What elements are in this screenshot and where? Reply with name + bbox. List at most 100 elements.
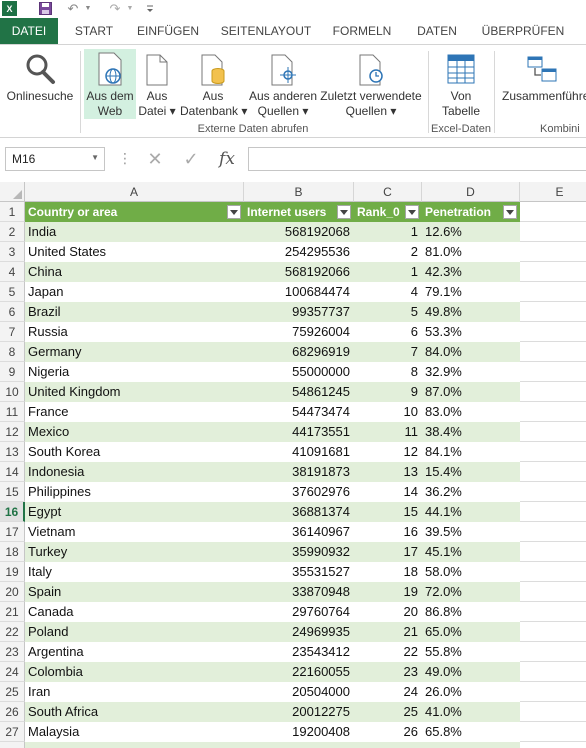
row-header[interactable]: 4 — [0, 262, 25, 282]
row-header[interactable]: 16 — [0, 502, 25, 522]
cell-rank[interactable]: 6 — [354, 322, 422, 342]
cancel-icon[interactable]: ✕ — [144, 148, 166, 170]
empty-cell[interactable] — [520, 382, 586, 402]
table-header-cell[interactable]: Penetration — [422, 202, 520, 222]
from-file-button[interactable]: Aus Datei ▾ — [136, 49, 178, 119]
formula-input[interactable] — [248, 147, 586, 171]
cell-penetration[interactable]: 87.0% — [422, 382, 520, 402]
empty-cell[interactable] — [520, 722, 586, 742]
table-header-cell[interactable]: Internet users — [244, 202, 354, 222]
empty-cell[interactable] — [520, 222, 586, 242]
cell-penetration[interactable]: 38.4% — [422, 422, 520, 442]
save-icon[interactable] — [38, 1, 52, 16]
redo-dropdown-icon[interactable]: ▼ — [126, 1, 134, 16]
cell-internet-users[interactable]: 19200408 — [244, 722, 354, 742]
cell-penetration[interactable]: 65.8% — [422, 722, 520, 742]
cell-rank[interactable]: 18 — [354, 562, 422, 582]
undo-dropdown-icon[interactable]: ▼ — [84, 1, 92, 16]
cell-rank[interactable]: 21 — [354, 622, 422, 642]
select-all-button[interactable] — [0, 182, 25, 202]
row-header[interactable]: 8 — [0, 342, 25, 362]
cell-internet-users[interactable]: 44173551 — [244, 422, 354, 442]
cell-internet-users[interactable]: 20504000 — [244, 682, 354, 702]
cell-penetration[interactable]: 26.0% — [422, 682, 520, 702]
cell-rank[interactable]: 20 — [354, 602, 422, 622]
row-header[interactable]: 13 — [0, 442, 25, 462]
filter-dropdown-icon[interactable] — [405, 205, 419, 219]
cell-rank[interactable]: 23 — [354, 662, 422, 682]
filter-dropdown-icon[interactable] — [337, 205, 351, 219]
cell-rank[interactable]: 19 — [354, 582, 422, 602]
cell-penetration[interactable]: 41.0% — [422, 702, 520, 722]
cell-penetration[interactable]: 53.3% — [422, 322, 520, 342]
name-box[interactable]: M16 ▼ — [5, 147, 105, 171]
row-header[interactable]: 26 — [0, 702, 25, 722]
cell-internet-users[interactable]: 75926004 — [244, 322, 354, 342]
tab-seitenlayout[interactable]: SEITENLAYOUT — [220, 18, 312, 44]
empty-cell[interactable] — [520, 342, 586, 362]
redo-icon[interactable]: ↷ — [108, 1, 122, 16]
cell-rank[interactable]: 26 — [354, 722, 422, 742]
cell-internet-users[interactable]: 36140967 — [244, 522, 354, 542]
row-header[interactable]: 1 — [0, 202, 25, 222]
cell-internet-users[interactable]: 68296919 — [244, 342, 354, 362]
filter-dropdown-icon[interactable] — [227, 205, 241, 219]
cell-penetration[interactable]: 32.9% — [422, 362, 520, 382]
empty-cell[interactable] — [520, 642, 586, 662]
cell-internet-users[interactable]: 54473474 — [244, 402, 354, 422]
row-header[interactable]: 9 — [0, 362, 25, 382]
cell-country[interactable]: Canada — [25, 602, 244, 622]
cell-country[interactable]: Mexico — [25, 422, 244, 442]
row-header[interactable]: 17 — [0, 522, 25, 542]
cell-rank[interactable]: 1 — [354, 222, 422, 242]
cell-penetration[interactable]: 45.1% — [422, 542, 520, 562]
cell-country[interactable]: Philippines — [25, 482, 244, 502]
empty-cell[interactable] — [520, 262, 586, 282]
merge-queries-button[interactable]: Zusammenführe — [498, 49, 586, 119]
cell-penetration[interactable]: 84.1% — [422, 442, 520, 462]
cell-rank[interactable]: 25 — [354, 702, 422, 722]
empty-cell[interactable] — [520, 402, 586, 422]
cell-country[interactable]: Argentina — [25, 642, 244, 662]
empty-cell[interactable] — [520, 622, 586, 642]
cell-rank[interactable]: 5 — [354, 302, 422, 322]
empty-cell[interactable] — [520, 202, 586, 222]
cell-rank[interactable]: 24 — [354, 682, 422, 702]
tab-ueberpruefen[interactable]: ÜBERPRÜFEN — [480, 18, 566, 44]
cell-rank[interactable]: 11 — [354, 422, 422, 442]
from-web-button[interactable]: Aus dem Web — [84, 49, 136, 119]
cell-country[interactable]: Vietnam — [25, 522, 244, 542]
row-header[interactable]: 27 — [0, 722, 25, 742]
row-header[interactable] — [0, 742, 25, 748]
from-table-button[interactable]: Von Tabelle — [432, 49, 490, 119]
cell-rank[interactable]: 8 — [354, 362, 422, 382]
row-header[interactable]: 10 — [0, 382, 25, 402]
cell-country[interactable]: Malaysia — [25, 722, 244, 742]
cell-internet-users[interactable]: 38191873 — [244, 462, 354, 482]
cell-rank[interactable]: 17 — [354, 542, 422, 562]
cell-penetration[interactable]: 58.0% — [422, 562, 520, 582]
cell-internet-users[interactable]: 254295536 — [244, 242, 354, 262]
cell-rank[interactable]: 16 — [354, 522, 422, 542]
cell-penetration[interactable]: 36.2% — [422, 482, 520, 502]
tab-einfuegen[interactable]: EINFÜGEN — [134, 18, 202, 44]
cell-internet-users[interactable]: 33870948 — [244, 582, 354, 602]
from-database-button[interactable]: Aus Datenbank ▾ — [180, 49, 247, 119]
cell-penetration[interactable]: 44.1% — [422, 502, 520, 522]
cell-country[interactable]: France — [25, 402, 244, 422]
cell-internet-users[interactable]: 568192066 — [244, 262, 354, 282]
cell-internet-users[interactable]: 99357737 — [244, 302, 354, 322]
column-header-c[interactable]: C — [354, 182, 422, 202]
cell-country[interactable]: Germany — [25, 342, 244, 362]
row-header[interactable]: 15 — [0, 482, 25, 502]
cell-country[interactable]: Indonesia — [25, 462, 244, 482]
row-header[interactable]: 20 — [0, 582, 25, 602]
cell-rank[interactable]: 15 — [354, 502, 422, 522]
cell-internet-users[interactable]: 24969935 — [244, 622, 354, 642]
cell-country[interactable]: Iran — [25, 682, 244, 702]
recent-sources-button[interactable]: Zuletzt verwendete Quellen ▾ — [318, 49, 424, 119]
cell-internet-users[interactable]: 23543412 — [244, 642, 354, 662]
cell-country[interactable]: China — [25, 262, 244, 282]
row-header[interactable]: 22 — [0, 622, 25, 642]
cell-country[interactable]: United Kingdom — [25, 382, 244, 402]
